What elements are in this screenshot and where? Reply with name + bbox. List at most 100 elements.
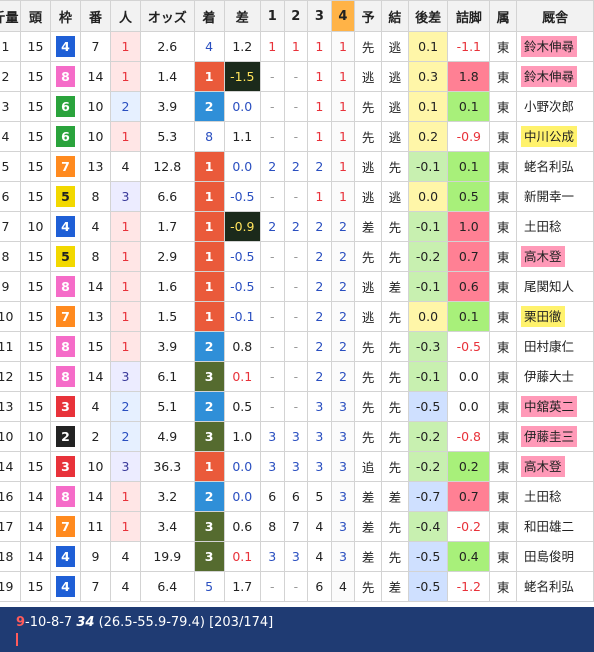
corner2-cell: 1	[283, 31, 309, 62]
column-header[interactable]: 差	[223, 0, 261, 32]
weight-cell: 2	[0, 61, 21, 92]
corner2-cell: -	[283, 271, 309, 302]
weight-cell: 18	[0, 541, 21, 572]
corner2-cell: -	[283, 361, 309, 392]
corner2-cell: 3	[283, 451, 309, 482]
column-header[interactable]: 2	[283, 0, 309, 32]
margin-cell: 0.0	[223, 481, 261, 512]
trainer-label: 小野次郎	[524, 99, 575, 114]
table-row[interactable]: 13153425.120.5--33先先-0.50.0東中舘英二西村淳	[0, 391, 594, 422]
corner4-cell: 2	[330, 271, 356, 302]
column-header[interactable]: 結	[381, 0, 409, 32]
corner1-cell: -	[259, 301, 285, 332]
corner3-cell: 6	[307, 571, 332, 602]
finish-cell: 2	[193, 91, 225, 122]
column-header[interactable]: 厩舎	[515, 0, 594, 32]
frame-label: 8	[56, 276, 75, 297]
trainer-cell: 高木登	[515, 451, 594, 482]
table-row[interactable]: 19154746.451.7--64先差-0.5-1.2東蛯名利弘吉田隼	[0, 571, 594, 602]
corner4-cell: 2	[330, 361, 356, 392]
table-row[interactable]: 8155812.91-0.5--22先先-0.20.7東高木登菅原明	[0, 241, 594, 272]
column-header[interactable]: 詰脚	[447, 0, 491, 32]
column-header[interactable]: 枠	[50, 0, 81, 32]
frame-cell: 6	[50, 121, 81, 152]
horse-number-cell: 10	[80, 451, 111, 482]
corner1-cell: -	[259, 391, 285, 422]
frame-label: 6	[56, 96, 75, 117]
margin-cell: 0.1	[223, 361, 261, 392]
result-style-cell: 先	[381, 421, 409, 452]
weight-cell: 14	[0, 451, 21, 482]
corner4-cell: 1	[330, 91, 356, 122]
affiliation-cell: 東	[489, 421, 517, 452]
late-diff-cell: -0.2	[407, 241, 449, 272]
column-header[interactable]: 1	[259, 0, 285, 32]
weight-cell: 3	[0, 91, 21, 122]
column-header[interactable]: 人	[110, 0, 141, 32]
table-row[interactable]: 181449419.930.13343差先-0.50.4東田島俊明斎藤新	[0, 541, 594, 572]
table-row[interactable]: 10102224.931.03333先先-0.2-0.8東伊藤圭三吉田隼	[0, 421, 594, 452]
late-diff-cell: -0.1	[407, 151, 449, 182]
trainer-cell: 鈴木伸尋	[515, 31, 594, 62]
popularity-cell: 3	[110, 451, 141, 482]
late-diff-cell: -0.7	[407, 481, 449, 512]
table-row[interactable]: 101571311.51-0.1--22逃先0.00.1東栗田徹内田博	[0, 301, 594, 332]
affiliation-cell: 東	[489, 571, 517, 602]
predicted-style-cell: 差	[354, 541, 383, 572]
trainer-label: 和田雄二	[524, 519, 575, 534]
weight-cell: 11	[0, 331, 21, 362]
late-diff-cell: -0.3	[407, 331, 449, 362]
header-row: 斤量頭枠番人オッズ着差1234予結後差詰脚属厩舎騎手	[0, 0, 594, 32]
trainer-label: 鈴木伸尋	[521, 66, 578, 87]
column-header[interactable]: 番	[80, 0, 111, 32]
margin-cell: 1.7	[223, 571, 261, 602]
table-row[interactable]: 41561015.381.1--11先逃0.2-0.9東中川公成横山和	[0, 121, 594, 152]
result-style-cell: 逃	[381, 61, 409, 92]
popularity-cell: 1	[110, 301, 141, 332]
column-header[interactable]: 斤量	[0, 0, 21, 32]
table-row[interactable]: 31561023.920.0--11先逃0.10.1東小野次郎柴山雄	[0, 91, 594, 122]
table-row[interactable]: 171471113.430.68743差先-0.4-0.2東和田雄二黛弘人	[0, 511, 594, 542]
weight-cell: 19	[0, 571, 21, 602]
table-row[interactable]: 91581411.61-0.5--22逃差-0.10.6東尾関知人横山武	[0, 271, 594, 302]
frame-label: 5	[56, 246, 75, 267]
trainer-label: 蛯名利弘	[524, 579, 575, 594]
table-row[interactable]: 515713412.810.02221逃先-0.10.1東蛯名利弘丸田恭	[0, 151, 594, 182]
closing-cell: 1.0	[447, 211, 491, 242]
table-row[interactable]: 7104411.71-0.92222差先-0.11.0東土田稔丸山元	[0, 211, 594, 242]
table-row[interactable]: 111581513.920.8--22先先-0.3-0.5東田村康仁斎藤新	[0, 331, 594, 362]
column-header[interactable]: 属	[489, 0, 517, 32]
affiliation-cell: 東	[489, 481, 517, 512]
text-cursor	[16, 633, 18, 646]
table-row[interactable]: 121581436.130.1--22先先-0.10.0東伊藤大士藤田菜	[0, 361, 594, 392]
closing-cell: -1.1	[447, 31, 491, 62]
results-table-area: 斤量頭枠番人オッズ着差1234予結後差詰脚属厩舎騎手 1154712.641.2…	[0, 0, 594, 607]
corner2-cell: 6	[283, 481, 309, 512]
race-times: (26.5-55.9-79.4) [203/174]	[94, 615, 274, 630]
frame-label: 4	[56, 576, 75, 597]
table-row[interactable]: 161481413.220.06653差差-0.70.7東土田稔丸山元	[0, 481, 594, 512]
table-row[interactable]: 6155836.61-0.5--11逃逃0.00.5東新開幸一木幡巧	[0, 181, 594, 212]
table-row[interactable]: 21581411.41-1.5--11逃逃0.31.8東鈴木伸尋横山武	[0, 61, 594, 92]
column-header[interactable]: 着	[193, 0, 225, 32]
column-header[interactable]: 3	[307, 0, 332, 32]
trainer-cell: 栗田徹	[515, 301, 594, 332]
table-row[interactable]: 1154712.641.21111先逃0.1-1.1東鈴木伸尋津村明	[0, 31, 594, 62]
predicted-style-cell: 先	[354, 241, 383, 272]
table-row[interactable]: 1415310336.310.03333追先-0.20.2東高木登斎藤新	[0, 451, 594, 482]
column-header[interactable]: 予	[354, 0, 383, 32]
trainer-label: 尾関知人	[524, 279, 575, 294]
column-header[interactable]: 4	[330, 0, 356, 32]
column-header[interactable]: 頭	[20, 0, 51, 32]
corner2-cell: 3	[283, 541, 309, 572]
corner1-cell: -	[259, 61, 285, 92]
frame-label: 8	[56, 336, 75, 357]
finish-cell: 1	[193, 181, 225, 212]
runners-cell: 15	[20, 241, 51, 272]
odds-cell: 5.1	[140, 391, 195, 422]
horse-number-cell: 14	[80, 271, 111, 302]
column-header[interactable]: 後差	[407, 0, 449, 32]
column-header[interactable]: オッズ	[140, 0, 195, 32]
weight-cell: 16	[0, 481, 21, 512]
popularity-cell: 2	[110, 91, 141, 122]
